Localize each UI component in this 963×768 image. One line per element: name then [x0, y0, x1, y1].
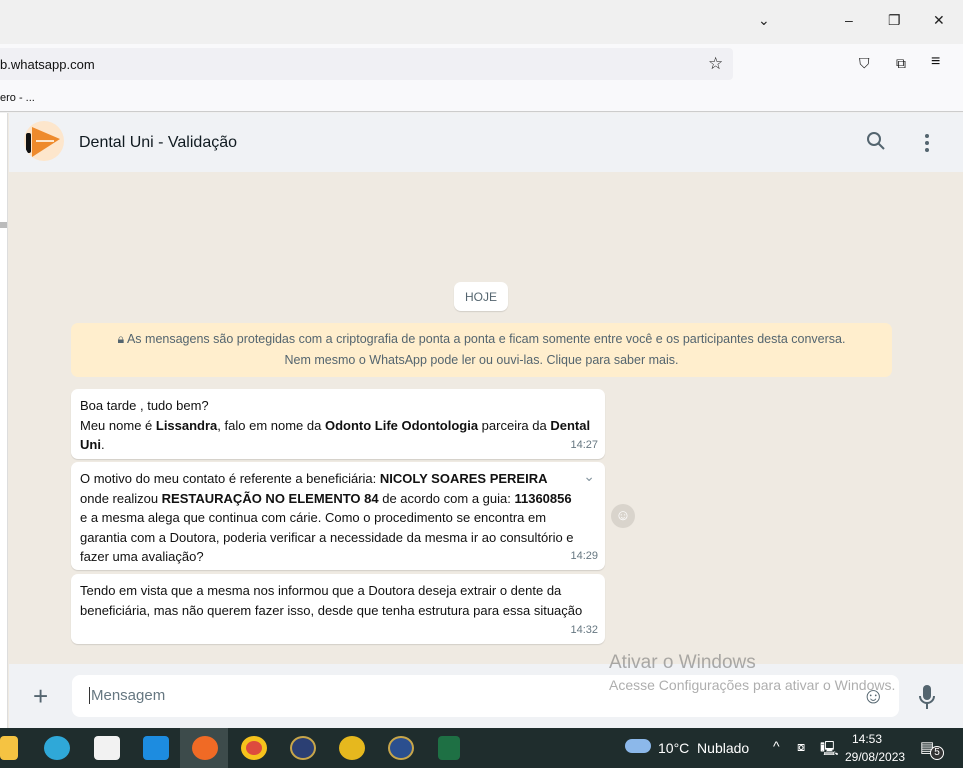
encryption-text-2: Nem mesmo o WhatsApp pode ler ou ouvi-la…	[284, 353, 679, 367]
microphone-icon[interactable]	[918, 684, 936, 713]
firefox-icon[interactable]	[192, 736, 218, 760]
attach-plus-icon[interactable]: +	[33, 681, 48, 712]
edge-icon[interactable]	[44, 736, 70, 760]
message-bubble[interactable]: Tendo em vista que a mesma nos informou …	[71, 574, 605, 644]
date-divider: HOJE	[454, 282, 508, 311]
message-text: Meu nome é Lissandra, falo em nome da Od…	[80, 417, 591, 453]
message-text: O motivo do meu contato é referente a be…	[80, 471, 574, 564]
app-icon-clock[interactable]	[388, 736, 414, 760]
message-bubble[interactable]: O motivo do meu contato é referente a be…	[71, 462, 605, 570]
network-icon[interactable]: 🖳︎	[820, 738, 839, 762]
extensions-icon[interactable]: ⧉	[896, 55, 906, 72]
clock-date[interactable]: 29/08/2023	[845, 750, 905, 764]
tab-list-chevron-icon[interactable]: ⌄	[758, 12, 770, 29]
camera-icon[interactable]: ⧇	[797, 739, 805, 755]
message-text: Boa tarde , tudo bem?	[80, 398, 209, 413]
input-placeholder: Mensagem	[89, 687, 166, 704]
lock-icon: 🔒︎	[117, 332, 127, 346]
message-time: 14:29	[570, 549, 598, 562]
bookmarks-bar: ero - ...	[0, 86, 963, 112]
bookmark-star-icon[interactable]: ☆	[708, 54, 723, 74]
more-options-icon[interactable]	[925, 134, 929, 155]
app-icon-s[interactable]	[339, 736, 365, 760]
activation-watermark-title: Ativar o Windows	[609, 652, 756, 673]
store-icon[interactable]	[94, 736, 120, 760]
sidebar-scroll-marker	[0, 222, 7, 228]
address-bar[interactable]: b.whatsapp.com	[0, 48, 733, 80]
clock-time[interactable]: 14:53	[852, 732, 882, 746]
weather-cloud-icon[interactable]	[625, 739, 651, 753]
message-time: 14:27	[570, 438, 598, 451]
search-icon[interactable]	[866, 131, 886, 157]
activation-watermark-subtitle: Acesse Configurações para ativar o Windo…	[609, 677, 896, 693]
minimize-button[interactable]: –	[845, 12, 853, 28]
app-icon-1[interactable]	[290, 736, 316, 760]
excel-icon[interactable]	[438, 736, 460, 760]
sidebar-edge	[0, 113, 8, 728]
url-text: b.whatsapp.com	[0, 57, 95, 72]
chat-title[interactable]: Dental Uni - Validação	[79, 134, 237, 152]
tray-chevron-icon[interactable]: ^	[773, 738, 780, 754]
restore-button[interactable]: ❐	[888, 12, 901, 29]
bookmark-item[interactable]: ero - ...	[0, 92, 35, 104]
message-text: Tendo em vista que a mesma nos informou …	[80, 583, 583, 618]
close-button[interactable]: ✕	[933, 12, 945, 29]
menu-icon[interactable]: ≡	[931, 53, 940, 71]
weather-text[interactable]: 10°C Nublado	[658, 740, 749, 756]
encryption-text-1: As mensagens são protegidas com a cripto…	[126, 332, 846, 346]
react-emoji-icon[interactable]: ☺	[611, 504, 635, 528]
avatar[interactable]	[24, 121, 64, 161]
notification-count: 5	[930, 746, 944, 760]
file-explorer-icon[interactable]	[0, 736, 18, 760]
pocket-icon[interactable]: ⛉	[859, 55, 870, 72]
mail-icon[interactable]	[143, 736, 169, 760]
message-menu-chevron-icon[interactable]: ⌄	[583, 467, 595, 487]
chrome-icon[interactable]	[241, 736, 267, 760]
message-bubble[interactable]: Boa tarde , tudo bem? Meu nome é Lissand…	[71, 389, 605, 459]
browser-titlebar	[0, 0, 963, 44]
message-time: 14:32	[570, 623, 598, 636]
encryption-notice[interactable]: 🔒︎ As mensagens são protegidas com a cri…	[71, 323, 892, 377]
